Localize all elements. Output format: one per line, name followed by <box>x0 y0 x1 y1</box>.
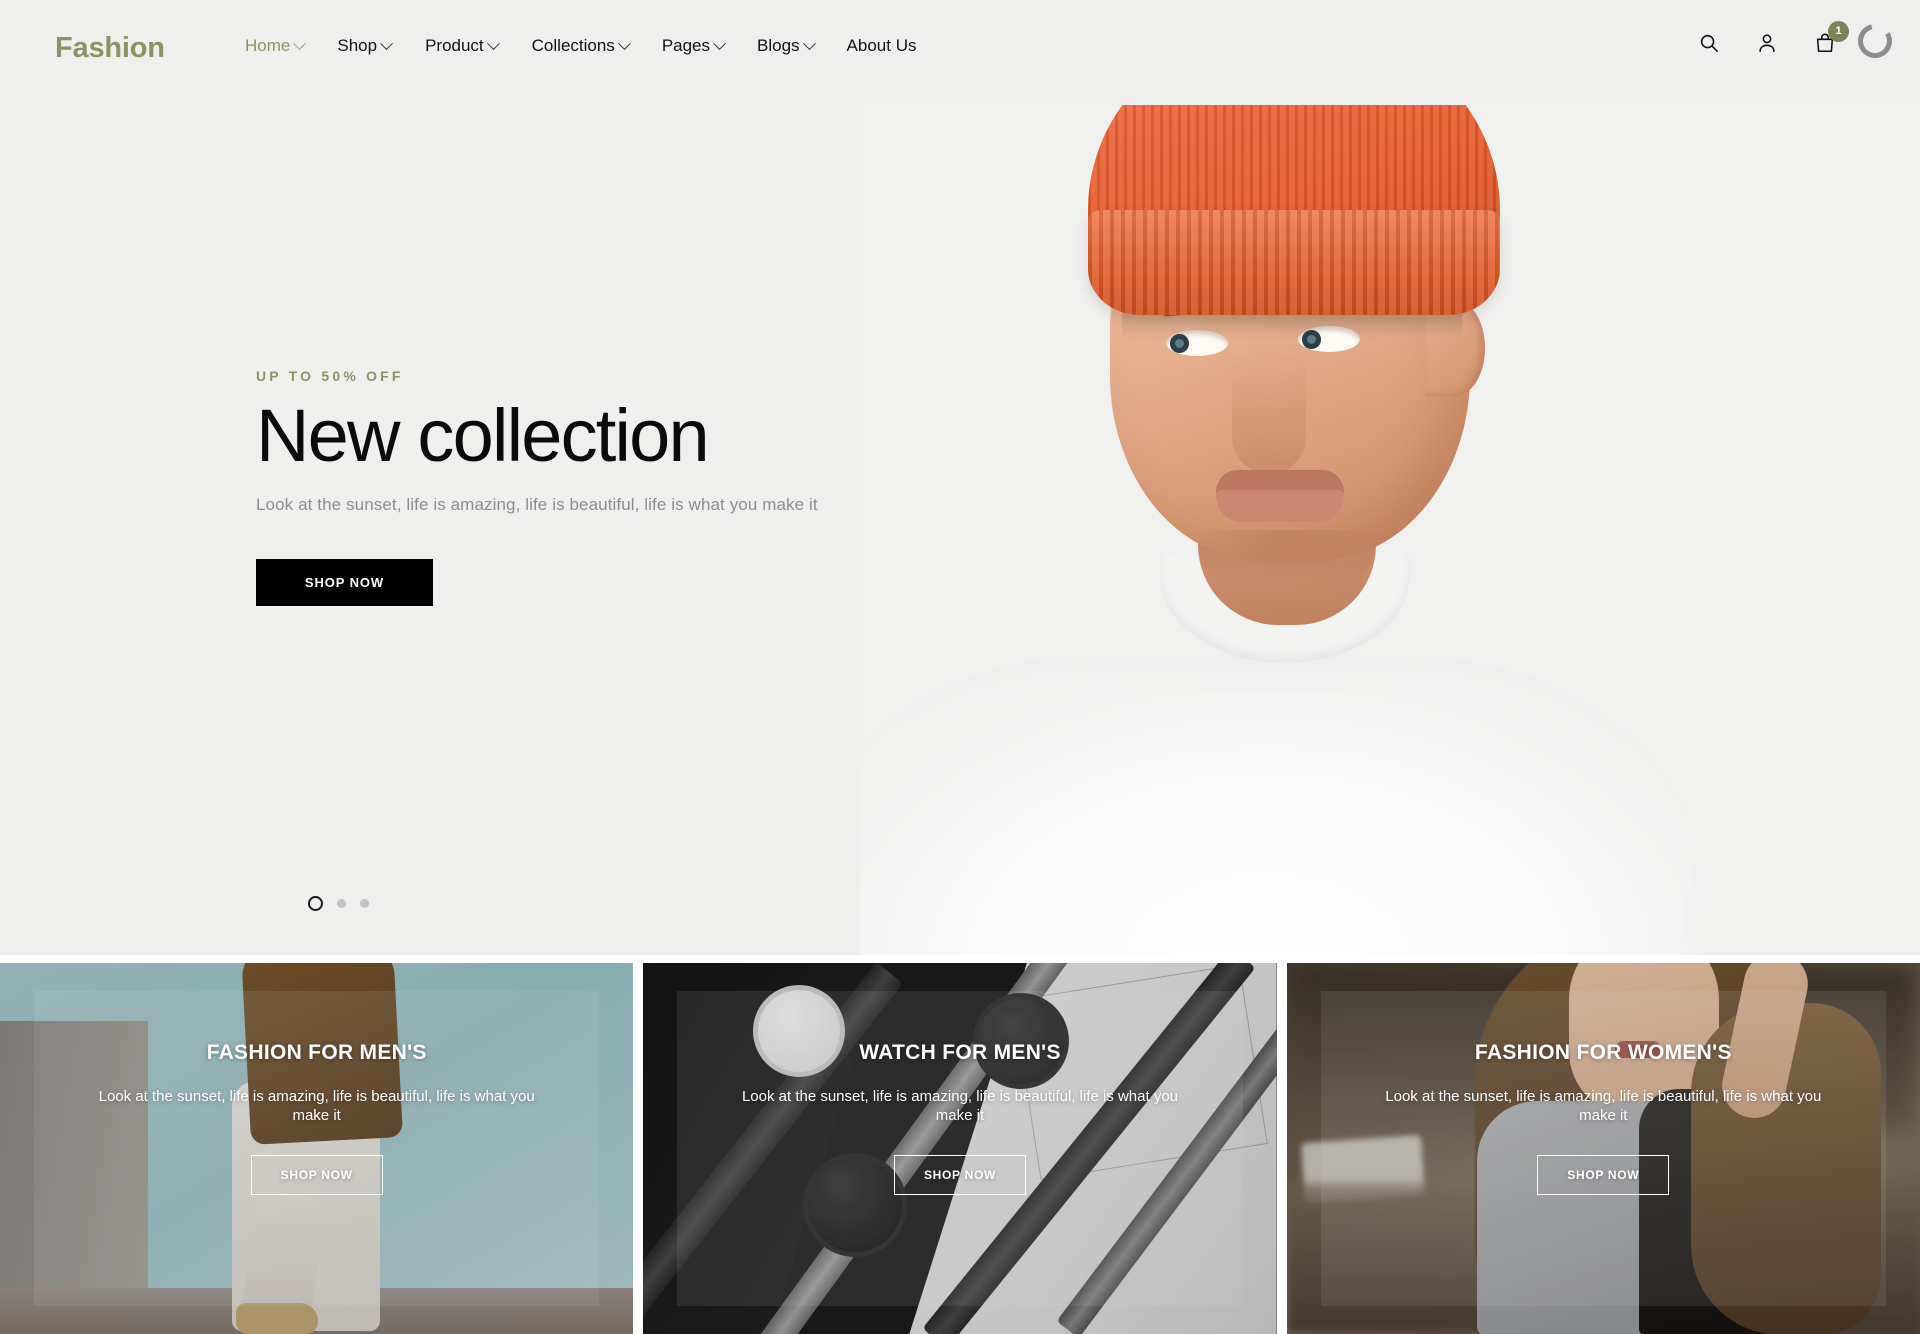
nav-label-product: Product <box>425 36 484 55</box>
nav-item-shop[interactable]: Shop <box>337 36 425 56</box>
hero-image-model <box>860 0 1920 955</box>
card-subtitle: Look at the sunset, life is amazing, lif… <box>741 1088 1179 1125</box>
category-cards: FASHION FOR MEN'S Look at the sunset, li… <box>0 963 1920 1334</box>
hero-copy: UP TO 50% OFF New collection Look at the… <box>256 368 876 607</box>
chevron-down-icon <box>293 36 307 50</box>
loading-spinner-icon <box>1851 17 1899 65</box>
site-logo[interactable]: Fashion <box>55 32 165 65</box>
nav-label-blogs: Blogs <box>757 36 800 55</box>
header-actions: 1 <box>1680 17 1899 65</box>
cart-button[interactable]: 1 <box>1796 21 1854 54</box>
eye-right-shape <box>1298 326 1360 352</box>
chevron-down-icon <box>380 36 393 50</box>
chevron-down-icon <box>486 36 500 50</box>
card-shop-now-button[interactable]: SHOP NOW <box>1537 1155 1670 1196</box>
chevron-down-icon <box>713 36 726 50</box>
nav-item-collections[interactable]: Collections <box>532 36 662 56</box>
hero-shop-now-button[interactable]: SHOP NOW <box>256 559 433 607</box>
lower-lip-shape <box>1216 490 1344 522</box>
chevron-down-icon <box>802 36 816 50</box>
chin-shadow-shape <box>1190 530 1380 570</box>
cart-count-badge: 1 <box>1828 21 1849 42</box>
nav-item-about-us[interactable]: About Us <box>847 36 945 56</box>
carousel-dot-2[interactable] <box>337 899 346 908</box>
hero-banner: UP TO 50% OFF New collection Look at the… <box>0 0 1920 955</box>
eye-left-shape <box>1166 330 1228 356</box>
nav-item-home[interactable]: Home <box>245 36 337 56</box>
nav-label-about-us: About Us <box>846 36 917 55</box>
card-title: WATCH FOR MEN'S <box>859 1041 1061 1064</box>
nav-label-shop: Shop <box>337 36 378 55</box>
beanie-cuff-shape <box>1088 210 1500 315</box>
nav-label-pages: Pages <box>661 36 711 55</box>
shirt-shape <box>860 655 1700 955</box>
card-title: FASHION FOR WOMEN'S <box>1474 1041 1732 1064</box>
nose-shape <box>1232 352 1306 474</box>
site-header: Fashion Home Shop Product Collections Pa… <box>0 0 1920 105</box>
chevron-down-icon <box>617 36 631 50</box>
card-title: FASHION FOR MEN'S <box>206 1041 427 1064</box>
category-card-womens-fashion[interactable]: FASHION FOR WOMEN'S Look at the sunset, … <box>1286 963 1920 1334</box>
carousel-dot-3[interactable] <box>360 899 369 908</box>
main-navigation: Home Shop Product Collections Pages Blog… <box>245 36 944 56</box>
nav-item-pages[interactable]: Pages <box>662 36 757 56</box>
carousel-dots[interactable] <box>308 896 369 911</box>
hero-title: New collection <box>256 394 710 477</box>
card-subtitle: Look at the sunset, life is amazing, lif… <box>1385 1088 1822 1125</box>
user-icon[interactable] <box>1756 32 1778 54</box>
nav-item-product[interactable]: Product <box>425 36 532 56</box>
nav-label-collections: Collections <box>531 36 615 55</box>
nav-item-blogs[interactable]: Blogs <box>757 36 847 56</box>
card-shop-now-button[interactable]: SHOP NOW <box>893 1155 1026 1196</box>
account-button[interactable] <box>1738 32 1796 54</box>
card-shop-now-button[interactable]: SHOP NOW <box>250 1155 383 1196</box>
card-subtitle: Look at the sunset, life is amazing, lif… <box>98 1088 535 1125</box>
search-button[interactable] <box>1680 32 1738 54</box>
hero-eyebrow: UP TO 50% OFF <box>256 368 404 384</box>
search-icon[interactable] <box>1698 32 1720 54</box>
category-card-mens-watch[interactable]: WATCH FOR MEN'S Look at the sunset, life… <box>643 963 1277 1334</box>
carousel-dot-1[interactable] <box>308 896 323 911</box>
hero-subtitle: Look at the sunset, life is amazing, lif… <box>256 495 818 515</box>
nav-label-home: Home <box>245 36 291 55</box>
category-card-mens-fashion[interactable]: FASHION FOR MEN'S Look at the sunset, li… <box>0 963 634 1334</box>
